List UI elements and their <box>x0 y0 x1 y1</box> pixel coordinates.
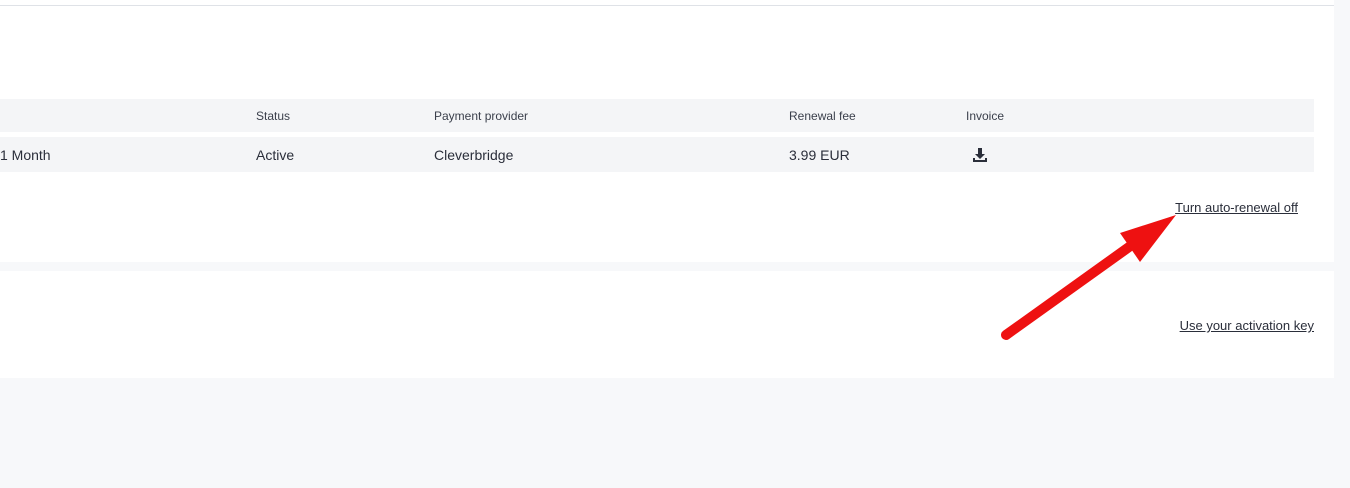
subscription-page: Status Payment provider Renewal fee Invo… <box>0 0 1350 488</box>
cell-renewal-fee: 3.99 EUR <box>789 147 850 163</box>
cell-payment-provider: Cleverbridge <box>434 147 514 163</box>
divider <box>0 5 1334 6</box>
activation-card: Use your activation key <box>0 271 1334 378</box>
header-invoice: Invoice <box>966 109 1005 123</box>
turn-auto-renewal-off-link[interactable]: Turn auto-renewal off <box>1175 200 1298 215</box>
header-payment-provider: Payment provider <box>434 109 529 123</box>
use-activation-key-link[interactable]: Use your activation key <box>1180 318 1314 333</box>
table-row: 1 Month Active Cleverbridge 3.99 EUR <box>0 137 1314 172</box>
download-icon[interactable] <box>972 147 988 163</box>
cell-status: Active <box>256 147 295 163</box>
subscription-card: Status Payment provider Renewal fee Invo… <box>0 0 1334 262</box>
cell-plan: 1 Month <box>0 147 51 163</box>
header-renewal-fee: Renewal fee <box>789 109 856 123</box>
table-header: Status Payment provider Renewal fee Invo… <box>0 99 1314 132</box>
header-status: Status <box>256 109 291 123</box>
